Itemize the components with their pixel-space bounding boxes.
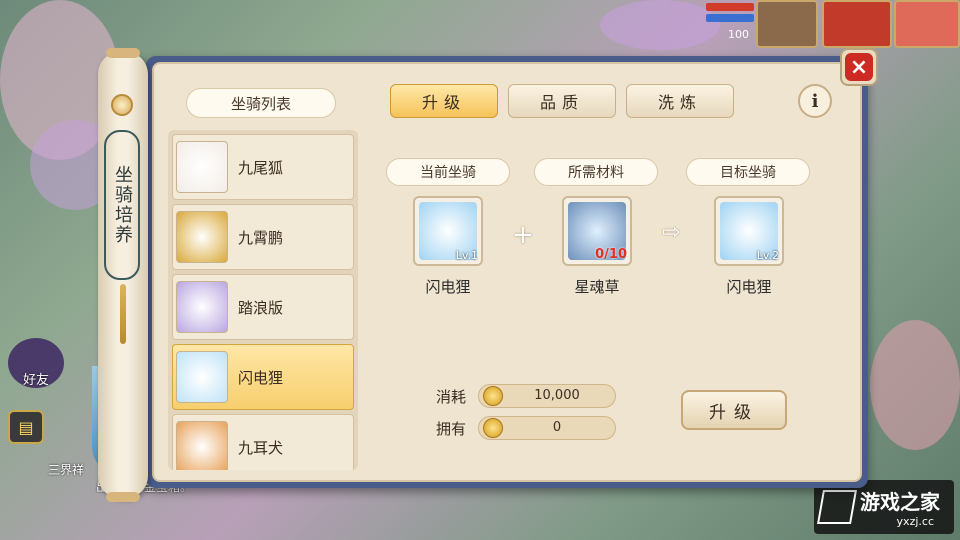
- mount-thumbnail: [176, 281, 228, 333]
- mount-thumbnail: [176, 351, 228, 403]
- tassel-decoration: [120, 284, 126, 344]
- mount-name: 闪电狸: [238, 368, 284, 387]
- material-slot[interactable]: 0/10: [562, 196, 632, 266]
- mount-thumbnail: [176, 421, 228, 470]
- hp-bar: [706, 3, 754, 11]
- mount-thumbnail: [176, 141, 228, 193]
- tab-refine[interactable]: 洗炼: [626, 84, 734, 118]
- mount-name: 九尾狐: [238, 158, 284, 177]
- target-mount-slot[interactable]: Lv.2: [714, 196, 784, 266]
- list-item-mount[interactable]: 九尾狐: [172, 134, 354, 200]
- material-name: 星魂草: [574, 278, 620, 296]
- current-mount-label: 当前坐骑: [386, 158, 510, 186]
- chat-icon[interactable]: ▤: [8, 410, 44, 444]
- close-button[interactable]: ×: [840, 48, 878, 86]
- friend-button[interactable]: 好友: [8, 338, 64, 388]
- avatar[interactable]: [894, 0, 960, 48]
- player-portrait[interactable]: [822, 0, 892, 48]
- coin-icon: [483, 386, 503, 406]
- friend-label: 好友: [22, 373, 49, 388]
- site-logo: 游戏之家 yxzj.cc: [814, 480, 954, 534]
- owned-bar: 0: [478, 416, 616, 440]
- background-scenery: [600, 0, 720, 50]
- list-item-mount[interactable]: 踏浪版: [172, 274, 354, 340]
- background-scenery: [870, 320, 960, 450]
- mp-bar: [706, 14, 754, 22]
- logo-title: 游戏之家: [860, 490, 940, 514]
- pet-portrait[interactable]: [756, 0, 818, 48]
- cost-label: 消耗: [436, 388, 467, 406]
- cost-value: 10,000: [534, 388, 580, 403]
- owned-value: 0: [552, 420, 562, 435]
- scroll-cap: [106, 48, 140, 58]
- mount-list-panel: 坐骑列表 九尾狐 九霄鹏 踏浪版 闪电狸 九耳犬: [168, 68, 358, 470]
- mount-level: Lv.1: [455, 249, 478, 262]
- hud-number: 100: [728, 28, 749, 41]
- close-icon: ×: [845, 53, 873, 81]
- mount-level: Lv.2: [756, 249, 779, 262]
- current-mount-slot[interactable]: Lv.1: [413, 196, 483, 266]
- list-item-mount[interactable]: 九霄鹏: [172, 204, 354, 270]
- target-mount-name: 闪电狸: [726, 278, 772, 296]
- list-item-mount-selected[interactable]: 闪电狸: [172, 344, 354, 410]
- target-mount-label: 目标坐骑: [686, 158, 810, 186]
- scroll-badge-icon: [111, 94, 133, 116]
- current-mount-name: 闪电狸: [425, 278, 471, 296]
- tab-quality[interactable]: 品质: [508, 84, 616, 118]
- required-material-label: 所需材料: [534, 158, 658, 186]
- info-button[interactable]: i: [798, 84, 832, 118]
- mount-list[interactable]: 九尾狐 九霄鹏 踏浪版 闪电狸 九耳犬: [168, 130, 358, 470]
- cost-bar: 10,000: [478, 384, 616, 408]
- plus-icon: +: [512, 220, 534, 250]
- logo-url: yxzj.cc: [896, 515, 934, 528]
- arrow-right-icon: ⇨: [662, 220, 681, 245]
- coin-icon: [483, 418, 503, 438]
- hud-health-bars: [706, 0, 754, 24]
- mount-name: 九耳犬: [238, 438, 284, 457]
- page-title: 坐骑培养: [112, 165, 133, 245]
- scroll-cap: [106, 492, 140, 502]
- mount-thumbnail: [176, 211, 228, 263]
- title-scroll: 坐骑培养: [98, 48, 148, 502]
- logo-mark-icon: [817, 490, 857, 524]
- list-item-mount[interactable]: 九耳犬: [172, 414, 354, 470]
- owned-label: 拥有: [436, 420, 467, 438]
- tab-upgrade[interactable]: 升级: [390, 84, 498, 118]
- scroll-title-frame: 坐骑培养: [104, 130, 140, 280]
- upgrade-button[interactable]: 升级: [681, 390, 787, 430]
- mount-name: 踏浪版: [238, 298, 284, 317]
- mount-list-header: 坐骑列表: [186, 88, 336, 118]
- material-count: 0/10: [595, 247, 627, 262]
- mount-name: 九霄鹏: [238, 228, 284, 247]
